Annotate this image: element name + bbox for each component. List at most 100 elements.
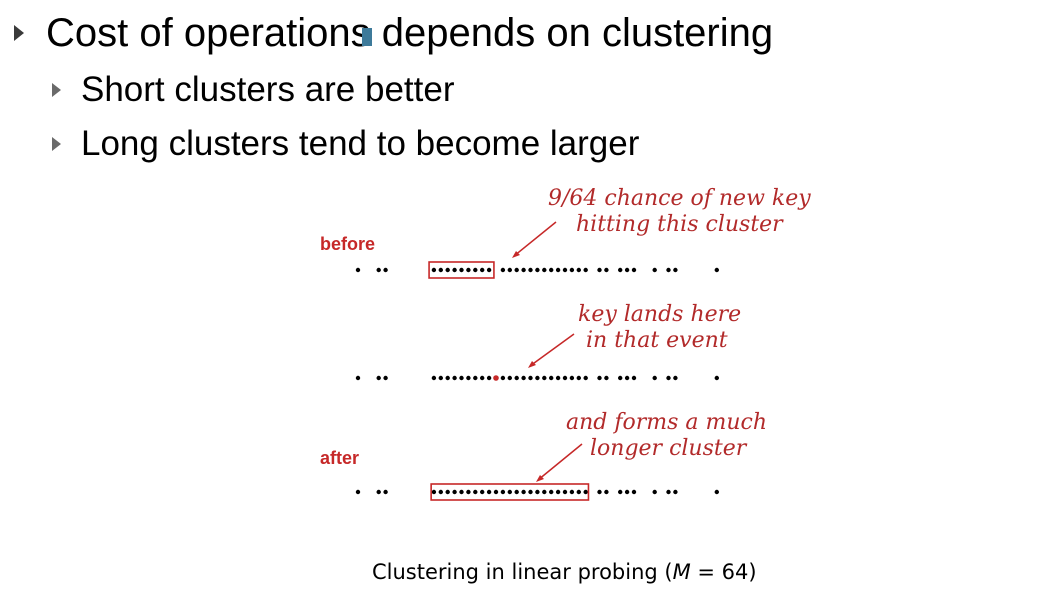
row-before-slot — [652, 267, 657, 273]
row-before — [355, 261, 719, 279]
row-middle-slot — [542, 375, 547, 381]
row-after-slot — [486, 489, 492, 495]
annotation-1-arrow — [513, 221, 557, 257]
row-middle-slot — [555, 375, 561, 381]
caption-var: M — [672, 560, 691, 584]
row-middle-slot — [376, 375, 381, 381]
row-before-slot — [438, 267, 443, 273]
row-middle-slot — [624, 375, 630, 381]
row-after-slot — [549, 489, 554, 495]
row-middle-slot — [459, 375, 464, 381]
row-after — [355, 483, 719, 501]
row-before-slot — [597, 267, 602, 273]
row-middle-slot — [500, 375, 506, 381]
row-after-slot — [673, 489, 678, 495]
row-before-slot — [466, 267, 471, 273]
row-middle-slot — [604, 375, 609, 381]
row-middle-slot — [445, 375, 450, 381]
row-before-slot — [604, 267, 609, 273]
row-middle-slot — [438, 375, 443, 381]
row-before-slot — [486, 267, 492, 273]
row-before-slot — [452, 267, 457, 273]
row-before-slot — [376, 267, 381, 273]
linear-probing-diagram — [355, 221, 719, 501]
row-after-slot — [473, 489, 478, 495]
row-before-slot — [480, 267, 485, 273]
row-after-slot — [714, 489, 719, 495]
row-after-slot — [493, 489, 499, 495]
row-before-slot — [459, 267, 464, 273]
row-before-slot — [673, 267, 678, 273]
row-after-slot — [569, 489, 575, 495]
row-before-slot — [514, 267, 519, 273]
row-after-slot — [507, 489, 512, 495]
row-before-slot — [576, 267, 581, 273]
row-middle-slot — [521, 375, 526, 381]
row-after-slot — [500, 489, 506, 495]
row-after-slot — [452, 489, 457, 495]
row-middle-slot — [473, 375, 478, 381]
row-after-slot — [576, 489, 581, 495]
row-after-slot — [376, 489, 381, 495]
annotation-3-arrow — [537, 443, 583, 481]
row-before-slot — [624, 267, 630, 273]
row-middle-slot — [597, 375, 602, 381]
row-before-slot — [355, 267, 361, 273]
row-before-slot — [562, 267, 568, 273]
row-middle-slot — [631, 375, 637, 381]
row-before-slot — [507, 267, 512, 273]
row-middle-slot — [355, 375, 361, 381]
row-before-slot — [666, 267, 671, 273]
row-before-slot — [569, 267, 575, 273]
row-middle-slot — [583, 375, 588, 381]
row-before-slot — [521, 267, 526, 273]
row-middle-slot — [452, 375, 457, 381]
row-after-slot — [438, 489, 443, 495]
row-middle-slot — [514, 375, 519, 381]
row-after-slot — [597, 489, 602, 495]
row-middle-slot — [480, 375, 485, 381]
row-before-slot — [583, 267, 588, 273]
row-middle-slot — [666, 375, 671, 381]
row-before-slot — [542, 267, 547, 273]
row-middle-slot — [569, 375, 575, 381]
caption-prefix: Clustering in linear probing ( — [372, 560, 673, 584]
row-before-slot — [528, 267, 533, 273]
caption-suffix: = 64) — [690, 560, 757, 584]
row-middle-slot — [486, 375, 492, 381]
row-before-slot — [431, 267, 437, 273]
row-middle-slot — [549, 375, 554, 381]
row-after-slot — [652, 489, 657, 495]
row-after-slot — [459, 489, 464, 495]
row-middle-slot — [714, 375, 719, 381]
row-after-slot — [383, 489, 388, 495]
row-before-slot — [549, 267, 554, 273]
row-after-slot — [521, 489, 526, 495]
row-before-slot — [618, 267, 623, 273]
row-before-slot — [714, 267, 719, 273]
row-after-slot — [466, 489, 471, 495]
row-before-slot — [473, 267, 478, 273]
row-middle-slot — [431, 375, 437, 381]
row-after-slot — [604, 489, 609, 495]
row-middle-slot — [383, 375, 388, 381]
row-after-slot — [562, 489, 568, 495]
row-middle-slot — [562, 375, 568, 381]
row-before-slot — [631, 267, 637, 273]
row-middle — [355, 375, 719, 381]
row-after-slot — [631, 489, 637, 495]
row-middle-slot — [528, 375, 533, 381]
row-middle-slot — [618, 375, 623, 381]
figure-caption: Clustering in linear probing (M = 64) — [372, 560, 757, 584]
annotation-2-arrow — [529, 333, 575, 367]
row-before-slot — [500, 267, 506, 273]
row-after-slot — [431, 489, 437, 495]
row-after-slot — [480, 489, 485, 495]
row-before-slot — [445, 267, 450, 273]
row-after-slot — [542, 489, 547, 495]
row-middle-slot — [652, 375, 657, 381]
row-after-slot — [514, 489, 519, 495]
row-after-slot — [528, 489, 533, 495]
row-middle-slot — [673, 375, 678, 381]
row-middle-slot — [466, 375, 471, 381]
